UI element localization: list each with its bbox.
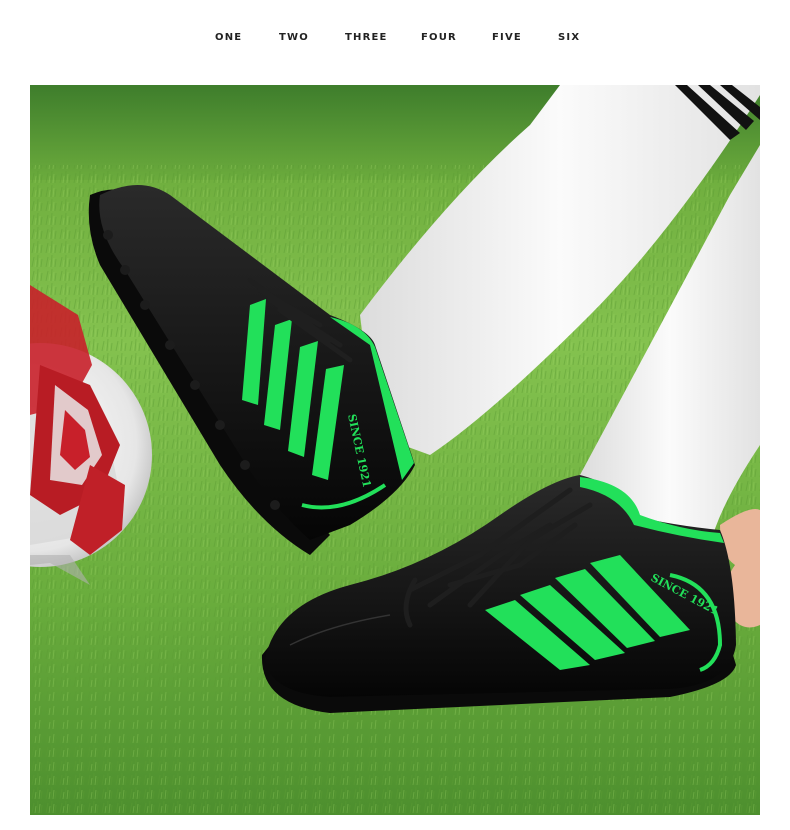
tab-one[interactable]: ONE [215, 32, 242, 43]
tab-five[interactable]: FIVE [492, 32, 522, 43]
tab-three[interactable]: THREE [345, 32, 388, 43]
product-photo: SINCE 1921 SINCE 1921 [30, 85, 760, 815]
tab-two[interactable]: TWO [279, 32, 309, 43]
tab-four[interactable]: FOUR [421, 32, 457, 43]
tab-six[interactable]: SIX [558, 32, 580, 43]
tab-bar: ONE TWO THREE FOUR FIVE SIX [0, 32, 790, 52]
soccer-shoes-illustration: SINCE 1921 SINCE 1921 [30, 85, 760, 815]
product-page: ONE TWO THREE FOUR FIVE SIX SINCE 1921 S… [0, 0, 790, 830]
